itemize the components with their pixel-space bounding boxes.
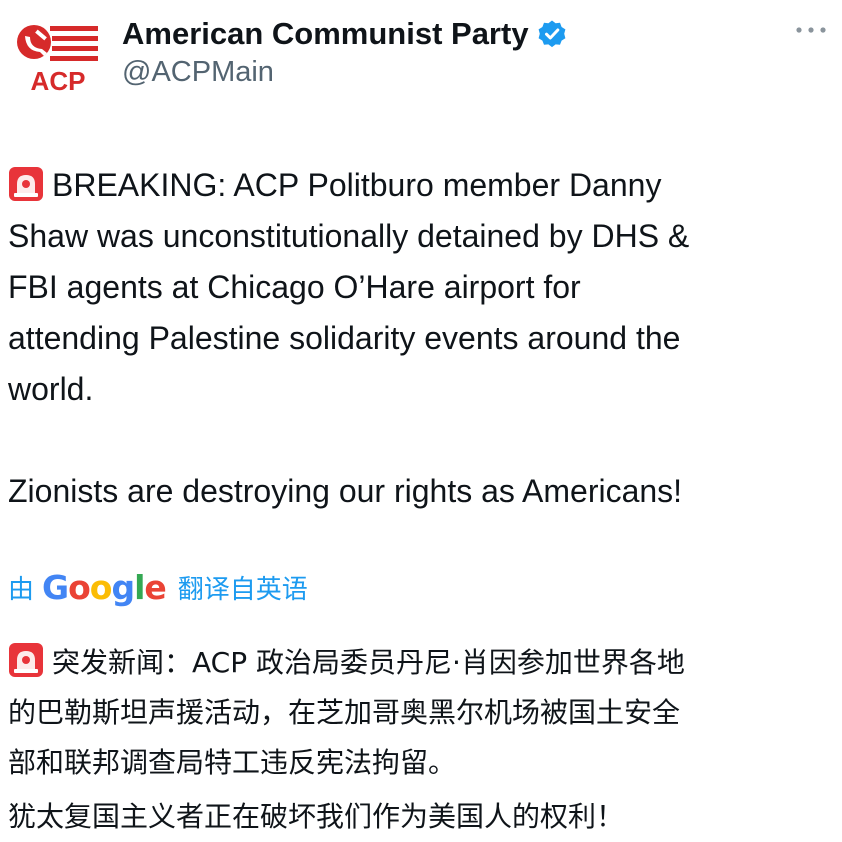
name-row: American Communist Party (122, 12, 567, 56)
google-logo-letter: e (144, 567, 166, 607)
avatar-logo-text: ACP (31, 66, 86, 96)
more-options-icon[interactable] (794, 20, 828, 40)
translation-attribution[interactable]: 由 Google 翻译自英语 (8, 565, 308, 609)
siren-emoji-icon (9, 167, 43, 201)
translated-text: 突发新闻：ACP 政治局委员丹尼·肖因参加世界各地 的巴勒斯坦声援活动，在芝加哥… (8, 638, 834, 842)
tweet-paragraph-1-text: BREAKING: ACP Politburo member Danny Sha… (8, 167, 690, 407)
tweet-paragraph-1: BREAKING: ACP Politburo member Danny Sha… (8, 160, 834, 415)
translation-prefix: 由 (8, 574, 35, 605)
google-logo-letter: o (89, 567, 113, 607)
google-logo-letter: l (134, 567, 145, 607)
translation-suffix: 翻译自英语 (177, 574, 308, 605)
acp-logo-avatar[interactable]: ACP (14, 16, 102, 96)
google-logo-letter: g (111, 567, 135, 607)
google-logo: Google (42, 567, 167, 607)
translated-paragraph-1: 突发新闻：ACP 政治局委员丹尼·肖因参加世界各地 的巴勒斯坦声援活动，在芝加哥… (8, 638, 834, 788)
tweet-header: ACP American Communist Party @ACPMain (0, 0, 842, 110)
tweet-paragraph-2: Zionists are destroying our rights as Am… (8, 473, 683, 509)
siren-emoji-icon (9, 643, 43, 677)
translated-paragraph-2: 犹太复国主义者正在破坏我们作为美国人的权利！ (8, 800, 625, 833)
verified-badge-icon (538, 20, 565, 48)
translated-paragraph-1-text: 突发新闻：ACP 政治局委员丹尼·肖因参加世界各地 的巴勒斯坦声援活动，在芝加哥… (8, 646, 685, 779)
google-logo-letter: o (68, 567, 91, 607)
display-name[interactable]: American Communist Party (122, 16, 529, 52)
tweet-text: BREAKING: ACP Politburo member Danny Sha… (8, 160, 834, 517)
user-handle[interactable]: @ACPMain (122, 56, 274, 89)
google-logo-letter: G (42, 567, 69, 607)
